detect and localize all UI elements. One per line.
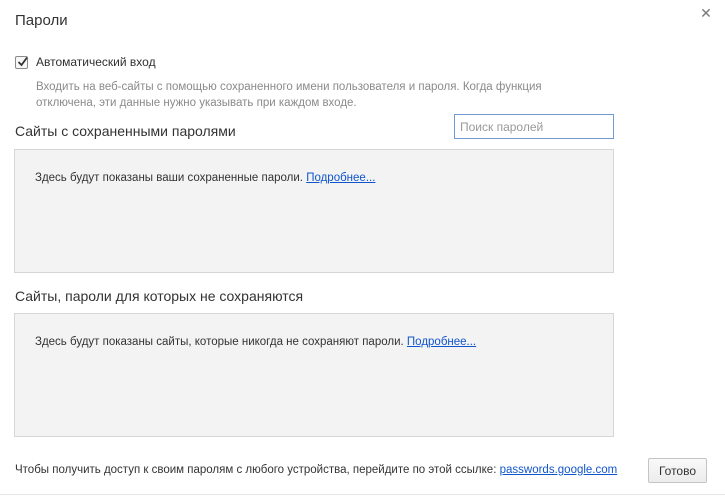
- bottom-divider: [0, 494, 725, 495]
- autologin-row[interactable]: Автоматический вход: [15, 55, 156, 69]
- dialog-title: Пароли: [15, 12, 68, 29]
- never-saved-empty-text: Здесь будут показаны сайты, которые нико…: [35, 336, 404, 348]
- footer-message: Чтобы получить доступ к своим паролям с …: [15, 464, 617, 476]
- saved-empty-text: Здесь будут показаны ваши сохраненные па…: [35, 172, 303, 184]
- checkmark-icon: [17, 56, 28, 66]
- saved-passwords-title: Сайты с сохраненными паролями: [15, 123, 236, 139]
- footer-text: Чтобы получить доступ к своим паролям с …: [15, 464, 497, 476]
- search-passwords-input[interactable]: [454, 114, 614, 139]
- never-saved-empty-message: Здесь будут показаны сайты, которые нико…: [35, 336, 476, 348]
- never-saved-title: Сайты, пароли для которых не сохраняются: [15, 288, 304, 304]
- never-saved-more-link[interactable]: Подробнее...: [407, 336, 476, 348]
- autologin-label: Автоматический вход: [36, 55, 156, 69]
- passwords-dialog: Пароли ✕ Автоматический вход Входить на …: [0, 0, 725, 498]
- done-button[interactable]: Готово: [648, 458, 707, 483]
- saved-passwords-empty-message: Здесь будут показаны ваши сохраненные па…: [35, 172, 375, 184]
- never-saved-list[interactable]: Здесь будут показаны сайты, которые нико…: [14, 313, 614, 437]
- autologin-checkbox[interactable]: [15, 55, 28, 69]
- passwords-google-link[interactable]: passwords.google.com: [500, 464, 618, 476]
- saved-passwords-list[interactable]: Здесь будут показаны ваши сохраненные па…: [14, 149, 614, 273]
- autologin-hint: Входить на веб-сайты с помощью сохраненн…: [36, 81, 542, 109]
- close-icon[interactable]: ✕: [699, 6, 713, 20]
- saved-more-link[interactable]: Подробнее...: [306, 172, 375, 184]
